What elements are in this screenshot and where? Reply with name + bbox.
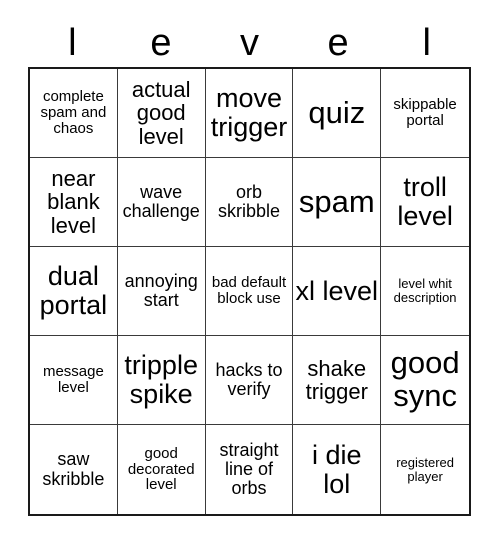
- bingo-cell-label: message level: [42, 363, 104, 396]
- bingo-cell-r4c3[interactable]: hacks to verify: [205, 336, 294, 425]
- bingo-cell-r5c3[interactable]: straight line of orbs: [205, 425, 294, 514]
- bingo-cell-label: near blank level: [47, 166, 100, 238]
- bingo-cell-label: actual good level: [131, 77, 191, 149]
- bingo-cell-r5c1[interactable]: saw skribble: [30, 425, 118, 514]
- bingo-cell-r3c4[interactable]: xl level: [293, 247, 382, 336]
- bingo-cell-r4c2[interactable]: tripple spike: [117, 336, 206, 425]
- bingo-cell-label: saw skribble: [42, 449, 105, 489]
- header-letter-1: l: [68, 21, 77, 64]
- bingo-cell-r1c3[interactable]: move trigger: [205, 69, 294, 158]
- bingo-card: l e v e l complete spam and chaos actual …: [0, 0, 500, 544]
- bingo-cell-label: tripple spike: [124, 350, 198, 409]
- bingo-cell-r5c5[interactable]: registered player: [381, 425, 469, 514]
- bingo-cell-r1c2[interactable]: actual good level: [117, 69, 206, 158]
- bingo-cell-label: level whit description: [393, 276, 457, 305]
- bingo-cell-label: hacks to verify: [215, 359, 283, 399]
- bingo-cell-r2c5[interactable]: troll level: [381, 158, 469, 247]
- header-letter-2: e: [150, 21, 172, 64]
- bingo-cell-r1c4[interactable]: quiz: [293, 69, 382, 158]
- header-letter-5: l: [422, 21, 431, 64]
- bingo-cell-label: good decorated level: [127, 444, 195, 494]
- bingo-cell-label: dual portal: [39, 261, 108, 320]
- bingo-cell-label: spam: [298, 183, 375, 219]
- bingo-cell-label: xl level: [295, 275, 379, 306]
- bingo-cell-r3c3[interactable]: bad default block use: [205, 247, 294, 336]
- bingo-cell-label: straight line of orbs: [219, 439, 279, 499]
- bingo-cell-r2c2[interactable]: wave challenge: [117, 158, 206, 247]
- bingo-cell-r4c4[interactable]: shake trigger: [293, 336, 382, 425]
- bingo-cell-label: troll level: [397, 172, 453, 231]
- bingo-cell-label: orb skribble: [217, 181, 280, 221]
- header-letter-4: e: [327, 21, 349, 64]
- bingo-cell-label: registered player: [396, 454, 454, 484]
- bingo-cell-r2c4[interactable]: spam: [293, 158, 382, 247]
- bingo-cell-r4c5[interactable]: good sync: [381, 336, 469, 425]
- bingo-cell-label: shake trigger: [305, 355, 368, 404]
- bingo-cell-label: move trigger: [210, 83, 288, 142]
- bingo-cell-r2c1[interactable]: near blank level: [30, 158, 118, 247]
- bingo-cell-r5c2[interactable]: good decorated level: [117, 425, 206, 514]
- bingo-cell-label: annoying start: [124, 270, 198, 310]
- bingo-cell-label: bad default block use: [211, 274, 287, 307]
- bingo-cell-label: good sync: [390, 345, 460, 413]
- bingo-cell-r3c2[interactable]: annoying start: [117, 247, 206, 336]
- bingo-cell-r1c5[interactable]: skippable portal: [381, 69, 469, 158]
- bingo-cell-r2c3[interactable]: orb skribble: [205, 158, 294, 247]
- bingo-cell-label: complete spam and chaos: [40, 88, 107, 137]
- bingo-cell-r1c1[interactable]: complete spam and chaos: [30, 69, 118, 158]
- bingo-header-row: l e v e l: [28, 18, 471, 67]
- bingo-cell-r3c1[interactable]: dual portal: [30, 247, 118, 336]
- bingo-cell-label: quiz: [308, 94, 366, 130]
- bingo-cell-r3c5[interactable]: level whit description: [381, 247, 469, 336]
- bingo-cell-label: i die lol: [312, 439, 362, 499]
- bingo-cell-label: skippable portal: [393, 96, 457, 129]
- bingo-cell-label: wave challenge: [122, 181, 200, 221]
- header-letter-3: v: [239, 21, 259, 64]
- bingo-cell-r4c1[interactable]: message level: [30, 336, 118, 425]
- bingo-cell-r5c4[interactable]: i die lol: [293, 425, 382, 514]
- bingo-grid: complete spam and chaos actual good level…: [28, 67, 471, 516]
